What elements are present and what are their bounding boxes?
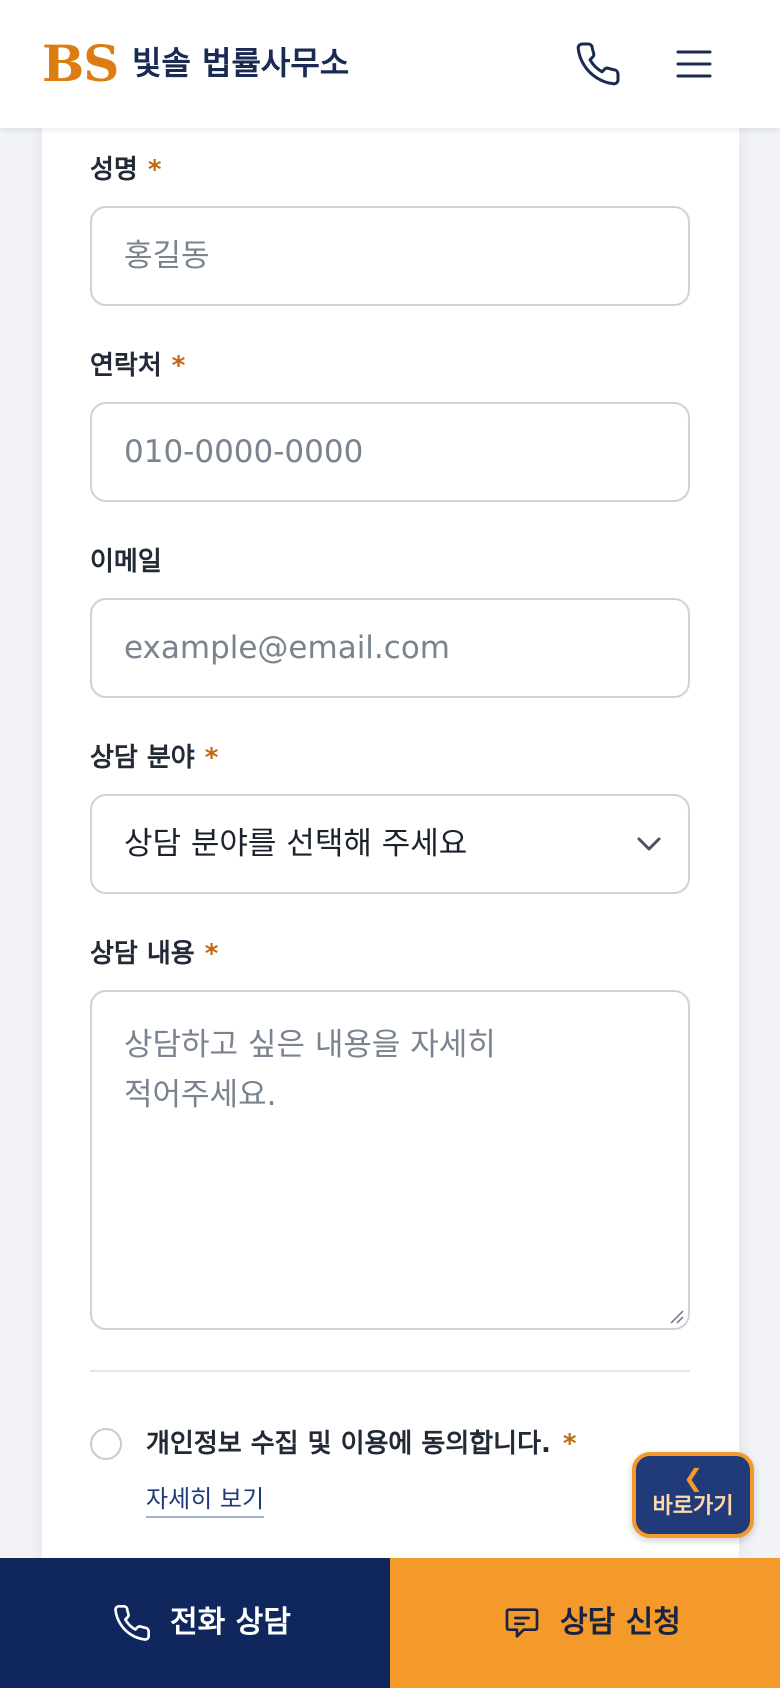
phone-consult-button[interactable]: 전화 상담 [0,1558,390,1688]
phone-icon [114,1604,151,1641]
required-mark: * [562,1429,577,1459]
quick-link-button[interactable]: ❮ 바로가기 [632,1452,754,1538]
consent-checkbox[interactable] [90,1428,122,1460]
name-placeholder: 홍길동 [124,238,210,274]
apply-consult-label: 상담 신청 [560,1605,681,1640]
phone-input[interactable]: 010-0000-0000 [90,402,690,502]
consent-label: 개인정보 수집 및 이용에 동의합니다. * [146,1429,577,1459]
consent-detail-link[interactable]: 자세히 보기 [146,1482,265,1518]
name-label: 성명 * [90,155,162,185]
category-label: 상담 분야 * [90,743,219,773]
required-mark: * [147,155,162,185]
email-placeholder: example@email.com [124,630,450,666]
phone-consult-label: 전화 상담 [170,1605,291,1640]
logo[interactable]: BS [42,34,119,94]
phone-label: 연락처 * [90,351,186,381]
category-selected-value: 상담 분야를 선택해 주세요 [124,826,468,862]
required-mark: * [171,351,186,381]
name-input[interactable]: 홍길동 [90,206,690,306]
chevron-down-icon [637,837,661,851]
app-header: BS 빛솔 법률사무소 [0,0,780,128]
chevron-left-icon: ❮ [682,1464,704,1492]
category-select[interactable]: 상담 분야를 선택해 주세요 [90,794,690,894]
phone-placeholder: 010-0000-0000 [124,434,364,470]
quick-link-label: 바로가기 [652,1494,734,1519]
phone-icon[interactable] [574,40,622,88]
content-label: 상담 내용 * [90,939,219,969]
resize-handle-icon[interactable] [668,1308,684,1324]
email-input[interactable]: example@email.com [90,598,690,698]
brand-name[interactable]: 빛솔 법률사무소 [132,42,349,84]
content-placeholder: 상담하고 싶은 내용을 자세히 적어주세요. [124,1027,496,1113]
required-mark: * [204,743,219,773]
bottom-action-bar: 전화 상담 상담 신청 [0,1558,780,1688]
content-textarea[interactable]: 상담하고 싶은 내용을 자세히 적어주세요. [90,990,690,1330]
hamburger-menu-icon[interactable] [674,44,714,84]
required-mark: * [204,939,219,969]
divider [90,1370,690,1372]
chat-bubble-icon [505,1608,539,1638]
email-label: 이메일 [90,547,162,577]
apply-consult-button[interactable]: 상담 신청 [390,1558,780,1688]
